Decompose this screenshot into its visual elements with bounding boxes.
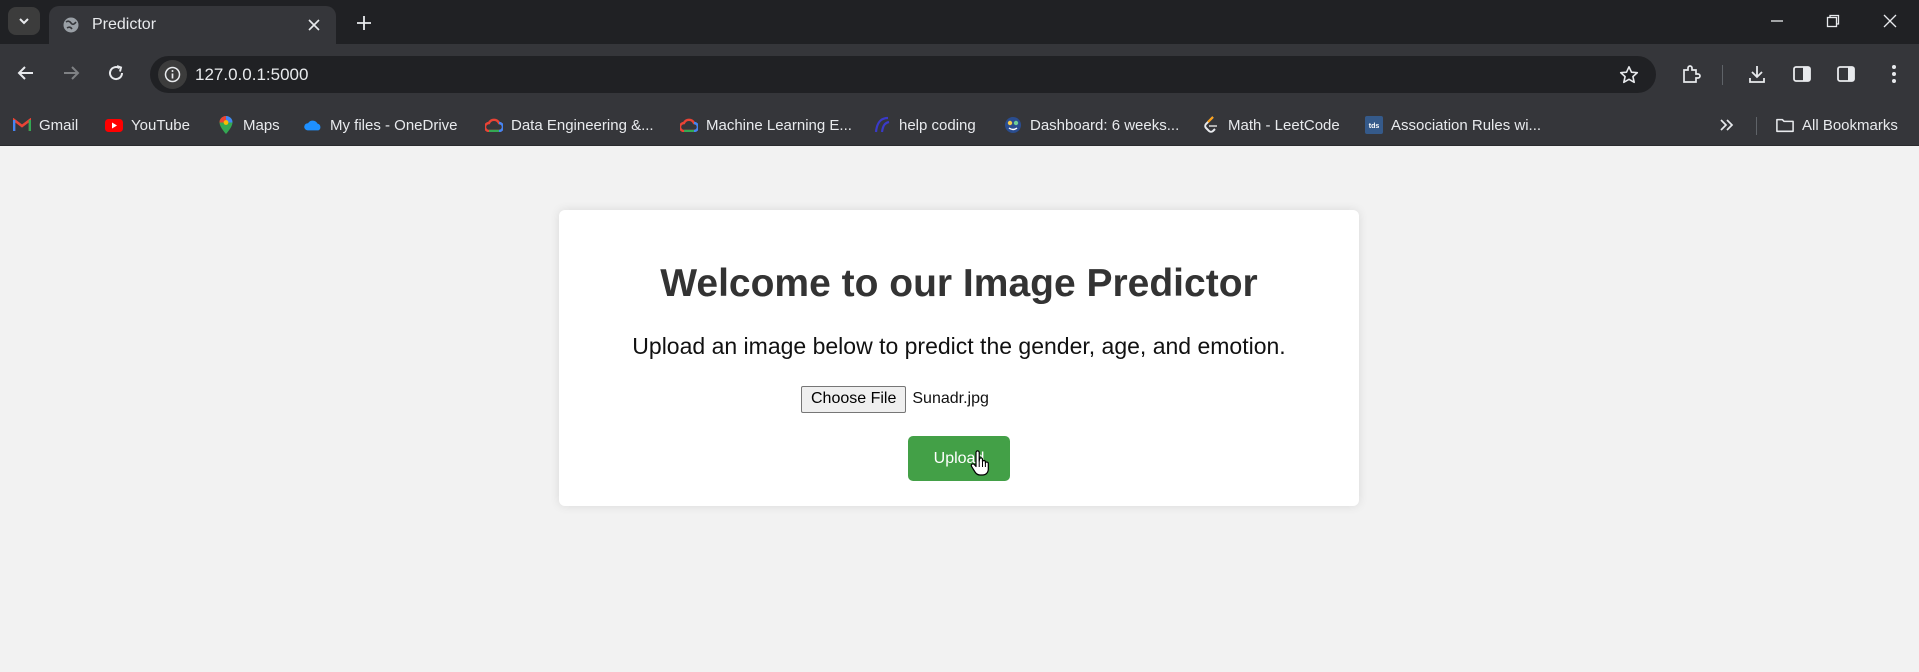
reload-icon bbox=[109, 65, 124, 81]
more-bookmarks-button[interactable] bbox=[1718, 112, 1736, 138]
bookmark-gmail[interactable]: Gmail bbox=[13, 112, 78, 138]
tab-strip: Predictor bbox=[0, 0, 1919, 44]
toolbar-divider bbox=[1722, 65, 1723, 85]
tab-title: Predictor bbox=[92, 16, 157, 33]
close-window-button[interactable] bbox=[1870, 6, 1910, 36]
google-cloud-icon bbox=[485, 116, 503, 134]
dashboard-icon bbox=[1004, 116, 1022, 134]
chevron-down-icon bbox=[19, 18, 29, 25]
google-cloud-icon bbox=[680, 116, 698, 134]
bookmark-youtube[interactable]: YouTube bbox=[105, 112, 190, 138]
bookmark-label: Machine Learning E... bbox=[706, 116, 852, 134]
folder-icon bbox=[1776, 116, 1794, 134]
close-icon bbox=[1883, 14, 1897, 28]
extensions-icon[interactable] bbox=[1677, 60, 1705, 88]
forward-button[interactable] bbox=[56, 58, 86, 88]
reading-mode-icon[interactable] bbox=[1832, 60, 1860, 88]
minimize-icon bbox=[1771, 20, 1783, 22]
bookmark-label: YouTube bbox=[131, 116, 190, 134]
bookmark-dashboard[interactable]: Dashboard: 6 weeks... bbox=[1004, 112, 1179, 138]
bookmarks-divider bbox=[1756, 117, 1757, 135]
hand-cursor-icon bbox=[970, 450, 989, 476]
page-viewport: Welcome to our Image Predictor Upload an… bbox=[0, 147, 1919, 672]
bookmark-label: My files - OneDrive bbox=[330, 116, 458, 134]
bookmark-label: Dashboard: 6 weeks... bbox=[1030, 116, 1180, 134]
reload-button[interactable] bbox=[101, 58, 131, 88]
bookmark-maps[interactable]: Maps bbox=[217, 112, 280, 138]
bookmark-association-rules[interactable]: tds Association Rules wi... bbox=[1365, 112, 1541, 138]
youtube-icon bbox=[105, 116, 123, 134]
selected-file-name: Sunadr.jpg bbox=[912, 390, 989, 407]
upload-card: Welcome to our Image Predictor Upload an… bbox=[559, 210, 1359, 506]
bookmark-label: Association Rules wi... bbox=[1391, 116, 1542, 134]
arrow-right-icon bbox=[64, 66, 80, 80]
tds-icon: tds bbox=[1365, 116, 1383, 134]
minimize-button[interactable] bbox=[1757, 6, 1797, 36]
bookmarks-bar: Gmail YouTube Maps My files - OneDrive D… bbox=[0, 104, 1919, 146]
bookmark-star-icon[interactable] bbox=[1618, 64, 1640, 86]
file-input: Choose File Sunadr.jpg bbox=[801, 385, 989, 413]
bookmark-label: Maps bbox=[243, 116, 280, 134]
bookmark-help-coding[interactable]: help coding bbox=[873, 112, 976, 138]
svg-text:tds: tds bbox=[1369, 123, 1380, 130]
close-tab-icon[interactable] bbox=[302, 13, 326, 37]
site-info-icon[interactable] bbox=[158, 60, 187, 89]
onedrive-icon bbox=[304, 116, 322, 134]
globe-icon bbox=[62, 16, 80, 34]
restore-button[interactable] bbox=[1813, 6, 1853, 36]
all-bookmarks-button[interactable]: All Bookmarks bbox=[1776, 112, 1898, 138]
bookmark-data-engineering[interactable]: Data Engineering &... bbox=[485, 112, 654, 138]
download-icon[interactable] bbox=[1743, 60, 1771, 88]
leetcode-icon bbox=[1202, 116, 1220, 134]
gmail-icon bbox=[13, 116, 31, 134]
page-title: Welcome to our Image Predictor bbox=[660, 262, 1258, 305]
page-subtitle: Upload an image below to predict the gen… bbox=[632, 333, 1286, 359]
tab-search-button[interactable] bbox=[8, 7, 40, 35]
bookmark-label: Gmail bbox=[39, 116, 79, 134]
bookmark-machine-learning[interactable]: Machine Learning E... bbox=[680, 112, 852, 138]
maps-icon bbox=[217, 116, 235, 134]
bookmark-label: Data Engineering &... bbox=[511, 116, 654, 134]
arrow-left-icon bbox=[17, 66, 33, 80]
browser-toolbar: 127.0.0.1:5000 bbox=[0, 44, 1919, 104]
help-coding-icon bbox=[873, 116, 891, 134]
choose-file-button[interactable]: Choose File bbox=[801, 385, 907, 413]
back-button[interactable] bbox=[11, 58, 41, 88]
plus-icon bbox=[357, 16, 371, 30]
restore-icon bbox=[1826, 14, 1840, 28]
new-tab-button[interactable] bbox=[350, 9, 378, 37]
all-bookmarks-label: All Bookmarks bbox=[1802, 116, 1898, 134]
side-panel-icon[interactable] bbox=[1788, 60, 1816, 88]
bookmark-label: Math - LeetCode bbox=[1228, 116, 1340, 134]
active-tab[interactable]: Predictor bbox=[49, 6, 336, 44]
bookmark-leetcode[interactable]: Math - LeetCode bbox=[1202, 112, 1340, 138]
upload-button[interactable]: Upload bbox=[908, 436, 1010, 481]
url-text: 127.0.0.1:5000 bbox=[195, 65, 309, 84]
bookmark-onedrive[interactable]: My files - OneDrive bbox=[304, 112, 458, 138]
bookmark-label: help coding bbox=[899, 116, 976, 134]
double-chevron-right-icon bbox=[1718, 116, 1736, 134]
address-bar[interactable]: 127.0.0.1:5000 bbox=[150, 56, 1656, 93]
menu-kebab-icon[interactable] bbox=[1880, 60, 1908, 88]
